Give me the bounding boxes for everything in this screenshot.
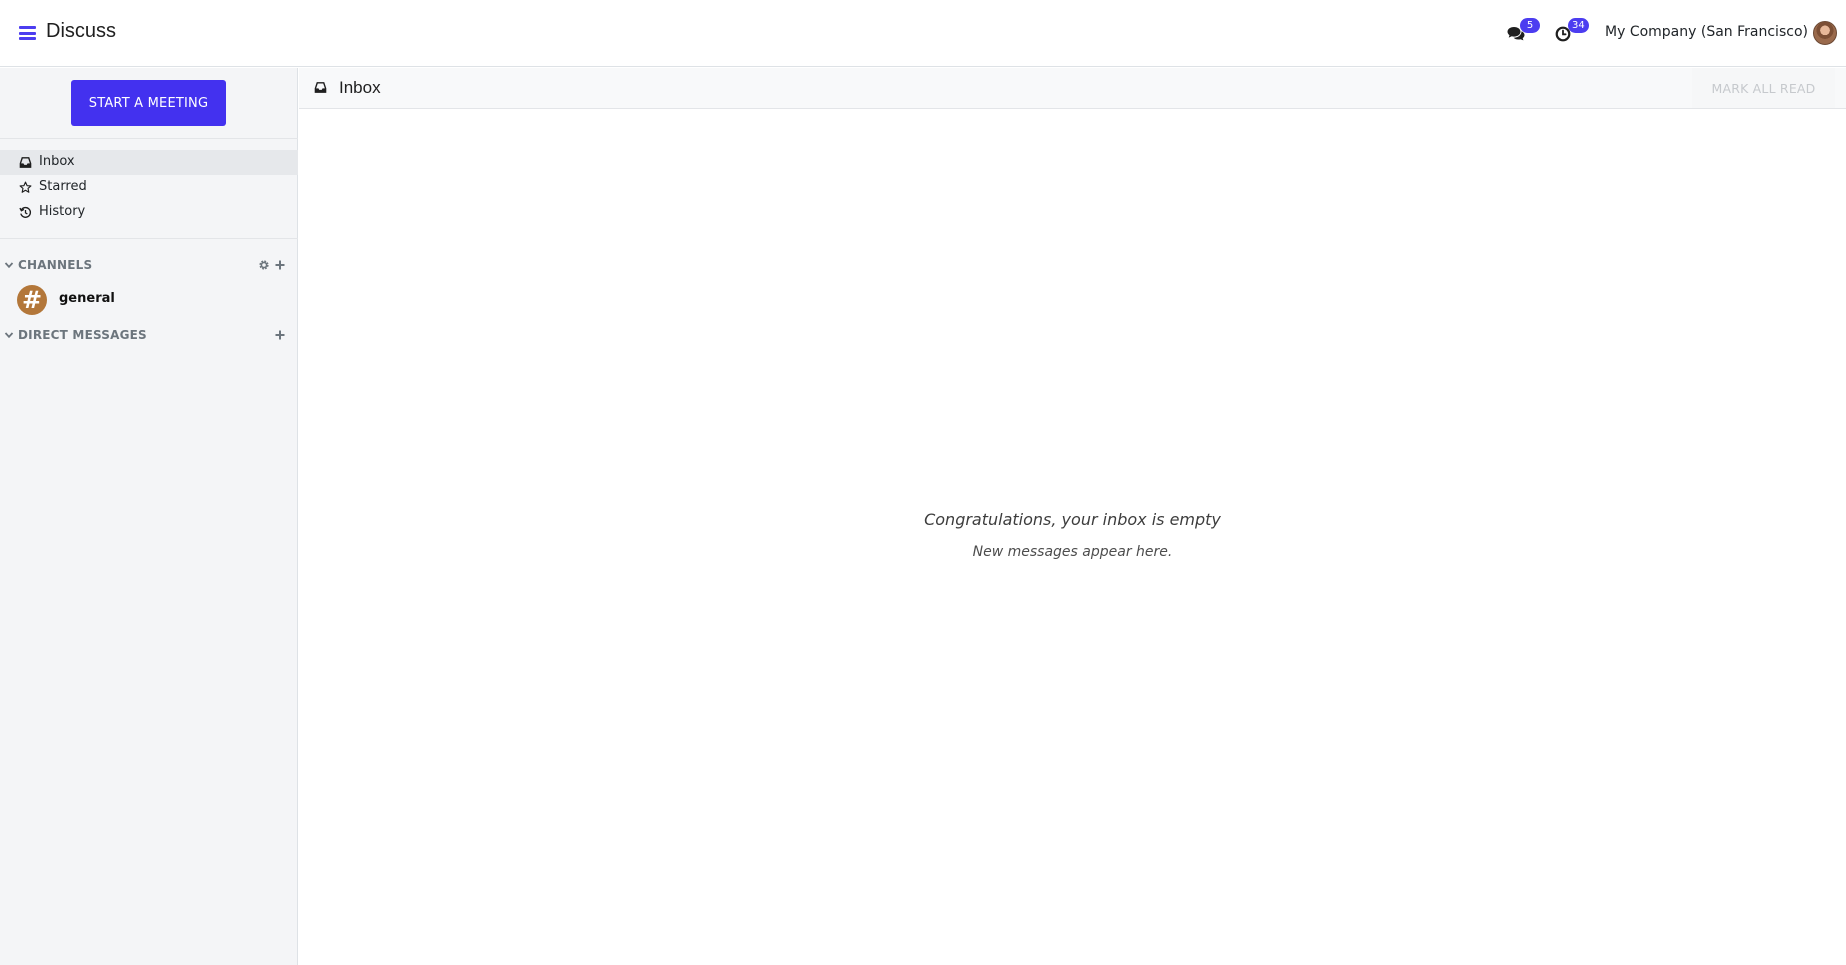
chevron-down-icon[interactable]: [4, 330, 14, 340]
channel-avatar: #: [17, 285, 47, 315]
activities-count-badge: 34: [1568, 17, 1589, 33]
sidebar-item-starred[interactable]: Starred: [0, 175, 298, 200]
add-channel-plus-icon[interactable]: [274, 259, 286, 271]
empty-inbox-subtitle: New messages appear here.: [972, 544, 1173, 560]
direct-messages-category-header: DIRECT MESSAGES: [0, 325, 298, 345]
app-title[interactable]: Discuss: [46, 20, 116, 43]
messaging-menu[interactable]: 5: [1507, 0, 1540, 67]
channel-name: general: [59, 291, 115, 306]
chevron-down-icon[interactable]: [4, 260, 14, 270]
company-switcher[interactable]: My Company (San Francisco): [1605, 24, 1808, 40]
start-meeting-button[interactable]: START A MEETING: [71, 80, 226, 126]
activity-menu[interactable]: 34: [1555, 0, 1589, 67]
channel-item-general[interactable]: # general: [0, 283, 298, 317]
messages-count-badge: 5: [1520, 17, 1540, 33]
chat-bubbles-icon[interactable]: 5: [1507, 17, 1540, 45]
sidebar-item-history[interactable]: History: [0, 200, 298, 225]
user-avatar[interactable]: [1813, 21, 1837, 45]
sidebar-item-inbox[interactable]: Inbox: [0, 150, 298, 175]
sidebar-divider: [0, 138, 298, 139]
channels-category-label[interactable]: CHANNELS: [18, 258, 92, 272]
inbox-icon: [314, 82, 327, 93]
thread-title: Inbox: [339, 78, 381, 97]
thread-view: Inbox MARK ALL READ Congratulations, you…: [299, 68, 1846, 965]
menu-hamburger-icon[interactable]: [19, 26, 36, 40]
channels-category-header: CHANNELS: [0, 255, 298, 275]
empty-inbox-title: Congratulations, your inbox is empty: [924, 510, 1221, 529]
direct-messages-category-label[interactable]: DIRECT MESSAGES: [18, 328, 147, 342]
add-chat-plus-icon[interactable]: [274, 329, 286, 341]
sidebar-item-label: Inbox: [39, 154, 75, 169]
inbox-icon: [19, 157, 32, 168]
history-icon: [19, 206, 32, 218]
star-icon: [19, 181, 32, 193]
gear-icon[interactable]: [258, 259, 270, 271]
mark-all-read-button[interactable]: MARK ALL READ: [1692, 68, 1835, 108]
sidebar-divider: [0, 238, 298, 239]
sidebar-item-label: Starred: [39, 179, 87, 194]
sidebar-item-label: History: [39, 204, 86, 219]
top-navbar: Discuss 5 34 My Company (San Francisco): [0, 0, 1846, 67]
discuss-sidebar: START A MEETING Inbox Starred History CH…: [0, 68, 298, 965]
thread-header: Inbox MARK ALL READ: [299, 68, 1846, 109]
clock-icon[interactable]: 34: [1555, 17, 1589, 45]
